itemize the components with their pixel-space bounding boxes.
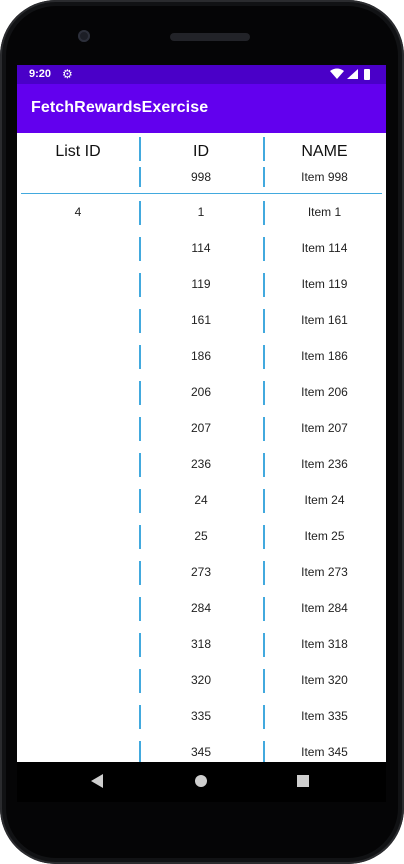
cell-name: Item 25 (304, 529, 345, 543)
cell-name: Item 236 (301, 457, 348, 471)
table-row[interactable]: 186 Item 186 (17, 339, 386, 375)
table-row[interactable]: 206 Item 206 (17, 375, 386, 411)
cell-name: Item 24 (304, 493, 345, 507)
signal-icon (347, 69, 358, 79)
cell-name: Item 345 (301, 745, 348, 759)
table-row[interactable]: 284 Item 284 (17, 591, 386, 627)
phone-frame: 9:20 ⚙ FetchRewardsExercise List ID ID N… (0, 0, 404, 864)
table-row[interactable]: 207 Item 207 (17, 411, 386, 447)
screen: 9:20 ⚙ FetchRewardsExercise List ID ID N… (17, 65, 386, 762)
cell-id: 284 (190, 601, 212, 615)
header-list-id: List ID (55, 143, 101, 160)
table-row[interactable]: 320 Item 320 (17, 663, 386, 699)
header-name: NAME (301, 143, 348, 160)
navigation-bar (17, 762, 386, 802)
cell-list-id: 4 (74, 205, 82, 219)
cell-id: 25 (194, 529, 208, 543)
cell-name: Item 186 (301, 349, 348, 363)
table-row[interactable]: 318 Item 318 (17, 627, 386, 663)
cell-name: Item 207 (301, 421, 348, 435)
status-icons-svg (330, 68, 370, 80)
table-header: List ID ID NAME 998 Item 998 (17, 133, 386, 195)
status-time: 9:20 (29, 68, 52, 80)
cell-id: 114 (191, 241, 211, 255)
status-icons (330, 68, 376, 81)
table-row[interactable]: 236 Item 236 (17, 447, 386, 483)
table-row[interactable]: 24 Item 24 (17, 483, 386, 519)
cell-id: 186 (190, 349, 212, 363)
partial-row-name: Item 998 (301, 170, 348, 184)
back-icon[interactable] (91, 774, 103, 788)
cell-name: Item 1 (307, 205, 342, 219)
table-row[interactable]: 161 Item 161 (17, 303, 386, 339)
table-row[interactable]: 273 Item 273 (17, 555, 386, 591)
cell-id: 161 (190, 313, 212, 327)
table-body[interactable]: 4 1 Item 1 114 Item 114 119 Item 119 161… (17, 195, 386, 762)
cell-name: Item 273 (301, 565, 348, 579)
cell-id: 273 (190, 565, 212, 579)
status-bar: 9:20 ⚙ (17, 65, 386, 84)
cell-name: Item 206 (301, 385, 348, 399)
home-icon[interactable] (195, 775, 207, 787)
column-divider (139, 167, 141, 187)
table-row[interactable]: 4 1 Item 1 (17, 195, 386, 231)
cell-id: 335 (190, 709, 212, 723)
table-row[interactable]: 335 Item 335 (17, 699, 386, 735)
front-camera (78, 30, 90, 42)
gear-icon: ⚙ (62, 67, 73, 81)
cell-name: Item 320 (301, 673, 348, 687)
cell-id: 1 (197, 205, 205, 219)
cell-name: Item 119 (301, 277, 348, 291)
battery-icon (364, 69, 370, 80)
cell-id: 320 (190, 673, 212, 687)
cell-id: 318 (190, 637, 212, 651)
cell-id: 119 (191, 277, 211, 291)
cell-name: Item 335 (301, 709, 348, 723)
recents-icon[interactable] (297, 775, 309, 787)
cell-id: 236 (190, 457, 212, 471)
table-row[interactable]: 119 Item 119 (17, 267, 386, 303)
cell-id: 345 (190, 745, 212, 759)
partial-row-id: 998 (190, 170, 212, 184)
cell-id: 207 (190, 421, 212, 435)
table-row[interactable]: 114 Item 114 (17, 231, 386, 267)
header-separator (21, 193, 382, 194)
table-row[interactable]: 345 Item 345 (17, 735, 386, 762)
wifi-icon (330, 68, 344, 79)
header-id: ID (193, 143, 209, 160)
cell-id: 24 (194, 493, 208, 507)
app-title: FetchRewardsExercise (31, 99, 209, 116)
app-bar: FetchRewardsExercise (17, 84, 386, 133)
cell-name: Item 161 (301, 313, 348, 327)
earpiece-speaker (170, 33, 250, 41)
column-divider (263, 167, 265, 187)
cell-name: Item 284 (301, 601, 348, 615)
cell-name: Item 318 (301, 637, 348, 651)
column-divider (263, 137, 265, 161)
table-row[interactable]: 25 Item 25 (17, 519, 386, 555)
cell-name: Item 114 (301, 241, 348, 255)
column-divider (139, 137, 141, 161)
cell-id: 206 (190, 385, 212, 399)
